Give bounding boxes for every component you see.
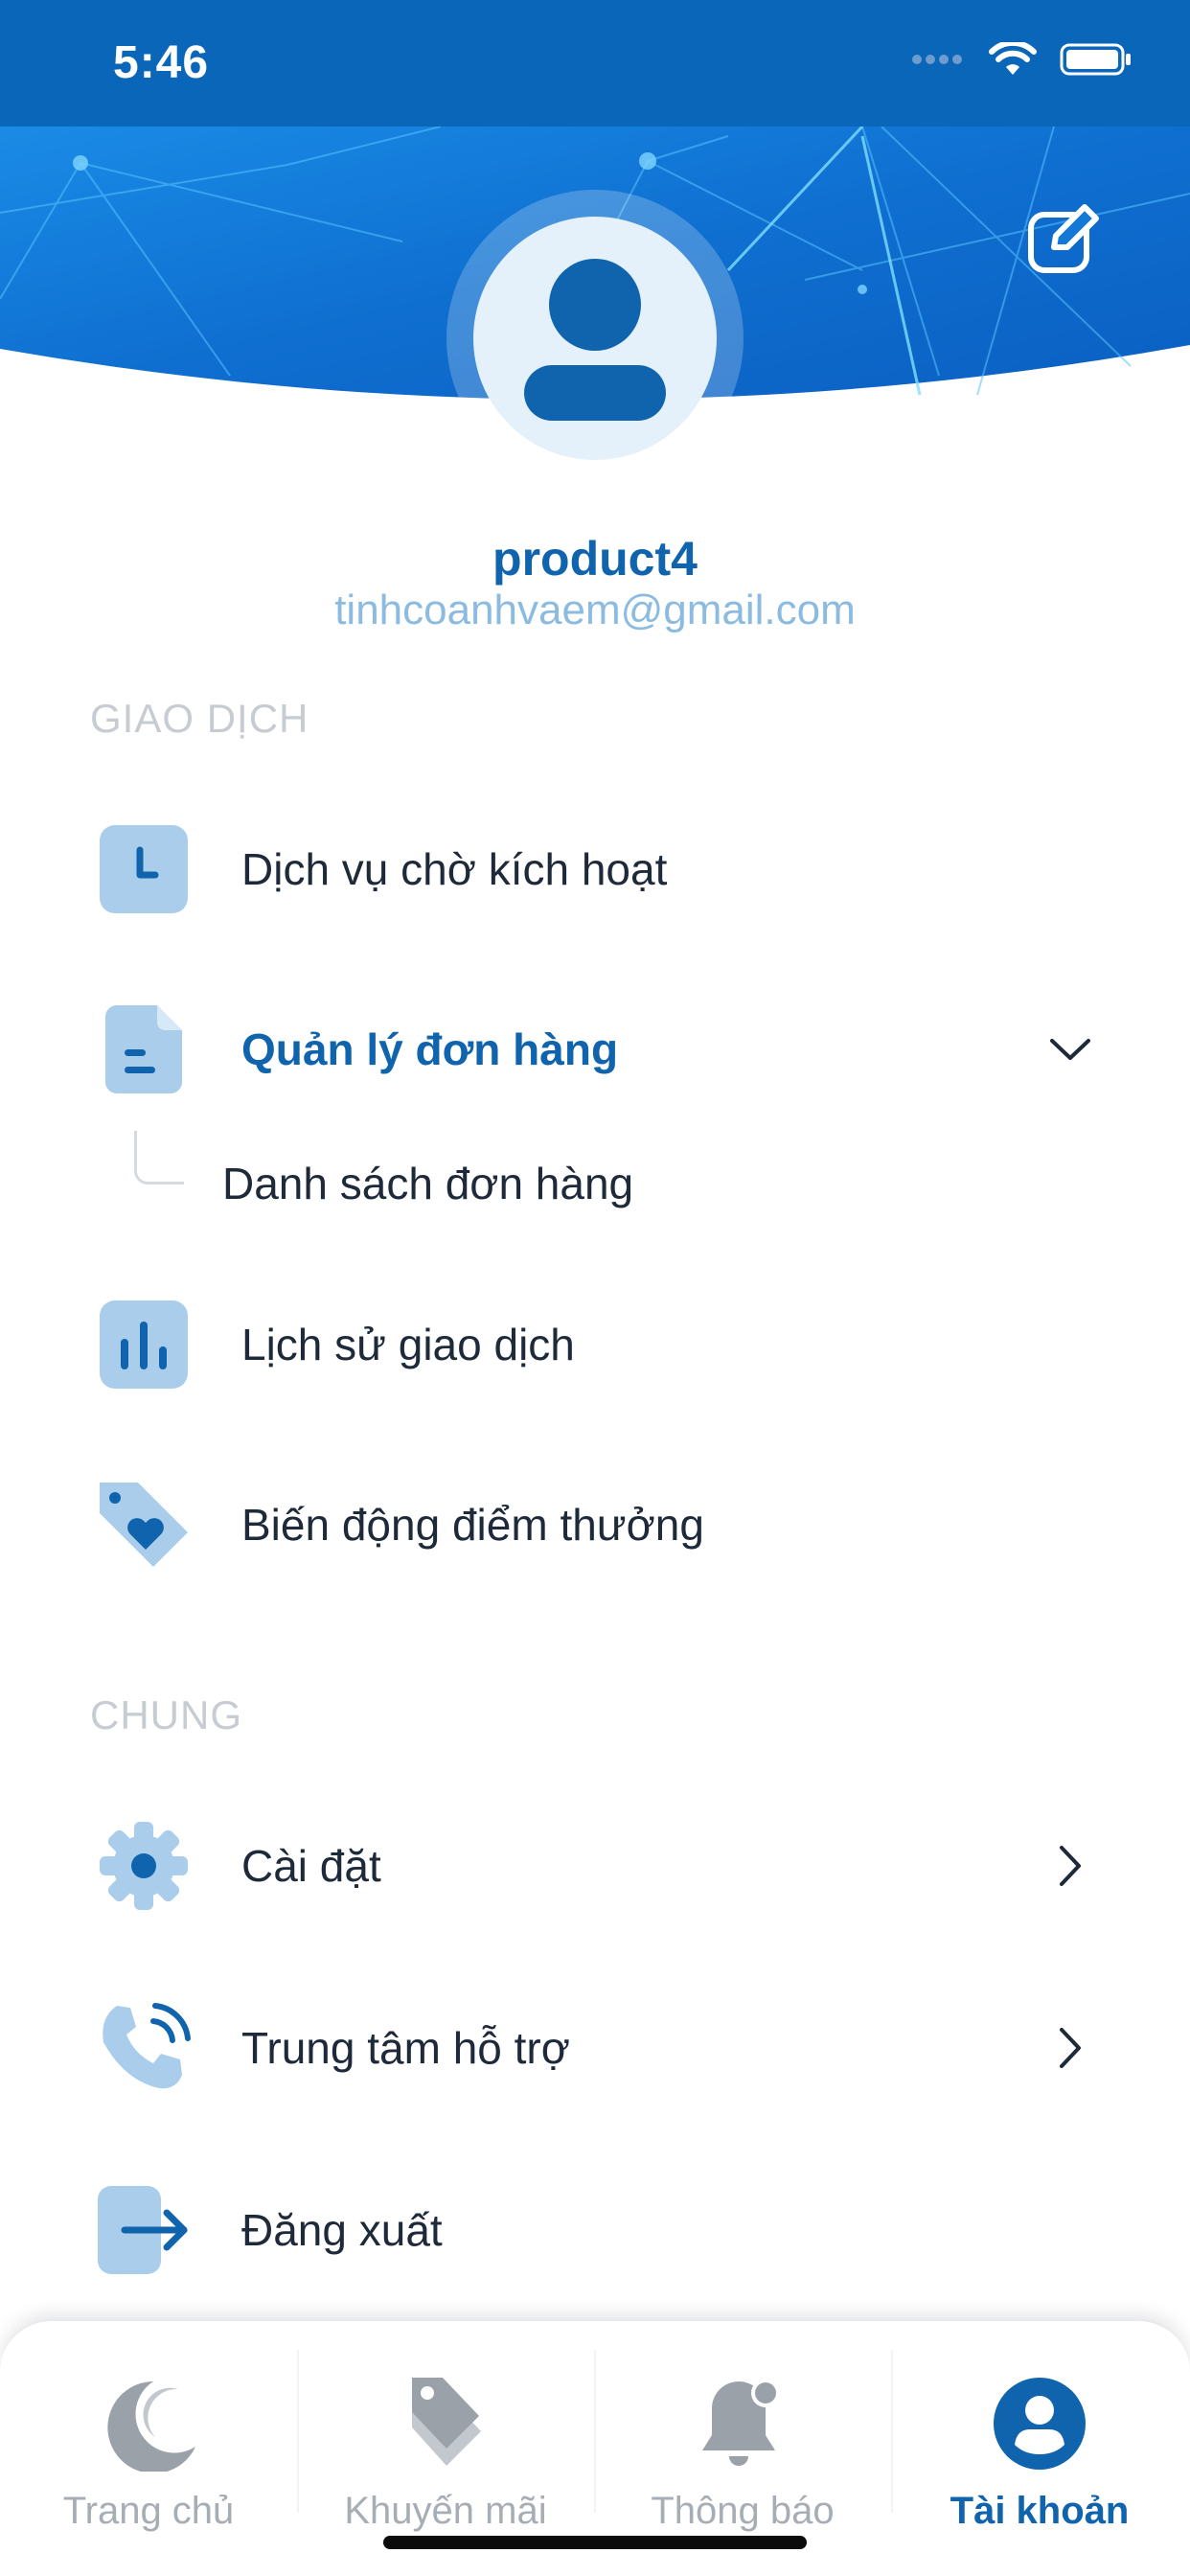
- menu-label: Lịch sử giao dịch: [241, 1320, 575, 1369]
- wifi-icon: [989, 42, 1037, 75]
- account-icon: [987, 2371, 1092, 2476]
- signal-dots-icon: [912, 55, 962, 64]
- heart-tag-icon: [96, 1477, 192, 1573]
- menu-label: Đăng xuất: [241, 2205, 443, 2255]
- menu-label: Trung tâm hỗ trợ: [241, 2023, 570, 2073]
- menu-item-order-management[interactable]: Quản lý đơn hàng: [0, 987, 1190, 1112]
- menu-label: Biến động điểm thưởng: [241, 1500, 704, 1550]
- tab-home[interactable]: Trang chủ: [0, 2321, 297, 2532]
- sub-item-label: Danh sách đơn hàng: [222, 1159, 634, 1208]
- menu-item-pending-services[interactable]: Dịch vụ chờ kích hoạt: [0, 807, 1190, 932]
- menu-item-logout[interactable]: Đăng xuất: [0, 2168, 1190, 2292]
- menu-label: Cài đặt: [241, 1841, 381, 1891]
- tab-label: Thông báo: [651, 2490, 835, 2532]
- tab-label: Khuyến mãi: [344, 2490, 547, 2532]
- battery-icon: [1060, 43, 1131, 76]
- avatar-circle: [473, 217, 717, 460]
- user-icon: [524, 259, 666, 421]
- document-icon: [96, 1001, 192, 1097]
- tab-promotions[interactable]: Khuyến mãi: [297, 2321, 594, 2532]
- chevron-down-icon[interactable]: [1046, 1025, 1094, 1073]
- menu-label: Dịch vụ chờ kích hoạt: [241, 844, 668, 894]
- bar-chart-icon: [96, 1297, 192, 1392]
- section-title-transactions: GIAO DỊCH: [90, 696, 309, 741]
- chevron-right-icon: [1060, 1846, 1081, 1886]
- status-bar: 5:46: [0, 0, 1190, 126]
- tags-icon: [393, 2371, 498, 2476]
- bell-icon: [690, 2371, 795, 2476]
- logout-icon: [96, 2182, 192, 2278]
- sub-item-order-list[interactable]: Danh sách đơn hàng: [134, 1131, 1092, 1236]
- profile-email: tinhcoanhvaem@gmail.com: [334, 586, 856, 633]
- clock-icon: [96, 821, 192, 917]
- home-moon-icon: [96, 2371, 201, 2476]
- avatar[interactable]: [446, 190, 744, 487]
- tab-account[interactable]: Tài khoản: [891, 2321, 1188, 2532]
- menu-item-settings[interactable]: Cài đặt: [0, 1804, 1190, 1928]
- phone-icon: [96, 2000, 192, 2096]
- tree-connector: [134, 1131, 184, 1184]
- menu-item-support-center[interactable]: Trung tâm hỗ trợ: [0, 1986, 1190, 2110]
- section-title-general: CHUNG: [90, 1692, 242, 1737]
- edit-profile-button[interactable]: [1025, 201, 1102, 278]
- home-indicator: [383, 2536, 807, 2549]
- edit-icon: [1028, 204, 1099, 273]
- chevron-right-icon: [1060, 2028, 1081, 2068]
- status-icons: [912, 42, 1133, 77]
- profile-name: product4: [492, 532, 698, 586]
- menu-label: Quản lý đơn hàng: [241, 1024, 619, 1074]
- tab-label: Trang chủ: [62, 2490, 235, 2532]
- menu-item-transaction-history[interactable]: Lịch sử giao dịch: [0, 1282, 1190, 1407]
- tab-notifications[interactable]: Thông báo: [594, 2321, 891, 2532]
- menu-item-reward-points[interactable]: Biến động điểm thưởng: [0, 1462, 1190, 1587]
- status-time: 5:46: [113, 37, 210, 88]
- gear-icon: [96, 1818, 192, 1914]
- tab-label: Tài khoản: [950, 2490, 1130, 2532]
